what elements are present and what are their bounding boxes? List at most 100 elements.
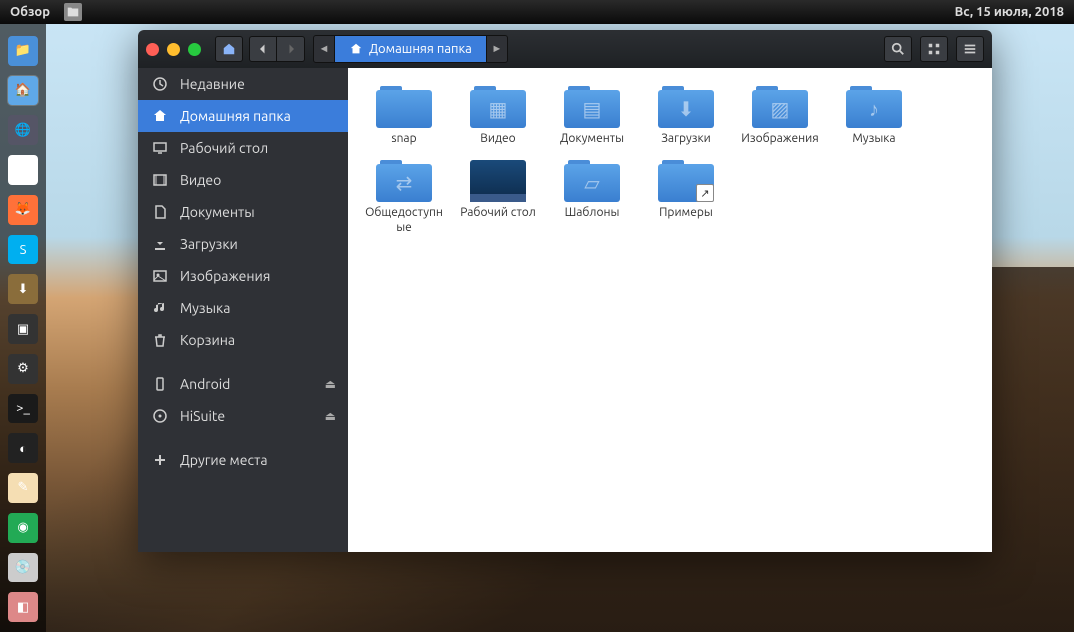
titlebar: ◄ Домашняя папка ► [138,30,992,68]
breadcrumb-label: Домашняя папка [369,42,472,56]
trash-icon [152,332,168,348]
view-mode-button[interactable] [920,36,948,62]
dock-item-files-active[interactable]: 🏠 [8,76,38,106]
file-label: Рабочий стол [460,206,536,220]
dock: 📁 🏠 🌐 ◉ 🦊 S ⬇ ▣ ⚙ >_ ◐ ✎ ◉ 💿 ◧ [0,24,46,632]
file-grid[interactable]: snap ▦ Видео ▤ Документы ⬇ Загрузки ▨ Изображени… [348,68,992,552]
window-maximize-button[interactable] [188,43,201,56]
nav-forward-button[interactable] [277,36,305,62]
sidebar-item-documents[interactable]: Документы [138,196,348,228]
folder-icon: ▤ [564,86,620,128]
folder-icon: ⬇ [658,86,714,128]
top-bar: Обзор Вс, 15 июля, 2018 [0,0,1074,24]
sidebar-label: Рабочий стол [180,140,268,156]
shortcut-badge-icon: ↗ [696,184,714,202]
breadcrumb-next-button[interactable]: ► [486,35,508,63]
sidebar-item-trash[interactable]: Корзина [138,324,348,356]
recent-icon [152,76,168,92]
sidebar-label: Документы [180,204,255,220]
file-item[interactable]: ♪Музыка [828,82,920,150]
folder-icon [376,86,432,128]
file-item[interactable]: ⬇ Загрузки [640,82,732,150]
file-label: Общедоступные [362,206,446,235]
dock-item-files[interactable]: 📁 [8,36,38,66]
sidebar-label: Музыка [180,300,230,316]
sidebar-item-hisuite[interactable]: HiSuite⏏ [138,400,348,432]
desktop-thumbnail-icon [470,160,526,202]
disc-icon [152,408,168,424]
sidebar-label: Домашняя папка [180,108,291,124]
dock-item-terminal[interactable]: >_ [8,394,38,424]
file-item[interactable]: ▦ Видео [452,82,544,150]
file-item[interactable]: Рабочий стол [452,156,544,239]
desktop-icon [152,140,168,156]
files-indicator-icon[interactable] [64,3,82,21]
home-icon [152,108,168,124]
sidebar-label: Видео [180,172,221,188]
dock-item-shutter[interactable]: ◉ [8,513,38,543]
home-toolbar-button[interactable] [215,36,243,62]
sidebar-label: Загрузки [180,236,238,252]
sidebar-label: Изображения [180,268,270,284]
eject-icon[interactable]: ⏏ [325,377,336,391]
dock-item-notes[interactable]: ✎ [8,473,38,503]
folder-icon: ▦ [470,86,526,128]
dock-item-color[interactable]: ◐ [8,433,38,463]
file-item[interactable]: ▱ Шаблоны [546,156,638,239]
sidebar-item-android[interactable]: Android⏏ [138,368,348,400]
sidebar-item-videos[interactable]: Видео [138,164,348,196]
window-close-button[interactable] [146,43,159,56]
sidebar-label: Корзина [180,332,235,348]
sidebar-item-downloads[interactable]: Загрузки [138,228,348,260]
plus-icon [152,452,168,468]
dock-item-firefox[interactable]: 🦊 [8,195,38,225]
file-label: Загрузки [661,132,711,146]
sidebar-label: Недавние [180,76,245,92]
file-item[interactable]: ⇄ Общедоступные [358,156,450,239]
dock-item-disk[interactable]: 💿 [8,553,38,583]
phone-icon [152,376,168,392]
file-manager-window: ◄ Домашняя папка ► Недавние Домашняя папк… [138,30,992,552]
file-label: Примеры [659,206,713,220]
file-item[interactable]: ▤ Документы [546,82,638,150]
folder-icon: ▨ [752,86,808,128]
activities-label[interactable]: Обзор [10,5,50,19]
breadcrumb-current[interactable]: Домашняя папка [335,35,486,63]
sidebar-item-recent[interactable]: Недавние [138,68,348,100]
dock-item-settings[interactable]: ⚙ [8,354,38,384]
home-icon [349,42,363,56]
dock-item-chrome[interactable]: ◉ [8,155,38,185]
file-label: Видео [480,132,515,146]
file-item[interactable]: ▨ Изображения [734,82,826,150]
menu-button[interactable] [956,36,984,62]
downloads-icon [152,236,168,252]
file-label: Документы [560,132,624,146]
search-button[interactable] [884,36,912,62]
nav-back-button[interactable] [249,36,277,62]
sidebar-item-pictures[interactable]: Изображения [138,260,348,292]
dock-item-software[interactable]: ⬇ [8,274,38,304]
video-icon [152,172,168,188]
folder-icon: ▱ [564,160,620,202]
dock-item-skype[interactable]: S [8,235,38,265]
sidebar-item-music[interactable]: Музыка [138,292,348,324]
sidebar: Недавние Домашняя папка Рабочий стол Видео Д… [138,68,348,552]
dock-item-app[interactable]: ◧ [8,592,38,622]
pictures-icon [152,268,168,284]
sidebar-item-other[interactable]: Другие места [138,444,348,476]
eject-icon[interactable]: ⏏ [325,409,336,423]
documents-icon [152,204,168,220]
file-label: Изображения [741,132,818,146]
file-item[interactable]: ↗ Примеры [640,156,732,239]
file-item[interactable]: snap [358,82,450,150]
window-minimize-button[interactable] [167,43,180,56]
dock-item-screenshot[interactable]: ▣ [8,314,38,344]
file-label: Шаблоны [565,206,620,220]
breadcrumb-prev-button[interactable]: ◄ [313,35,335,63]
sidebar-item-home[interactable]: Домашняя папка [138,100,348,132]
clock-label[interactable]: Вс, 15 июля, 2018 [955,5,1064,19]
folder-icon: ↗ [658,160,714,202]
dock-item-web[interactable]: 🌐 [8,115,38,145]
folder-icon: ⇄ [376,160,432,202]
sidebar-item-desktop[interactable]: Рабочий стол [138,132,348,164]
